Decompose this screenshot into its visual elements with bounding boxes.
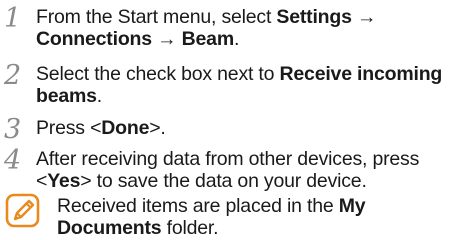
text-run: Received items are placed in the <box>57 195 339 217</box>
note-box: Received items are placed in the My Docu… <box>0 192 454 240</box>
text-run: folder. <box>161 217 219 239</box>
text-run: Press < <box>36 117 102 139</box>
text-run: . <box>233 28 240 50</box>
note-text: Received items are placed in the My Docu… <box>57 195 452 239</box>
step-number: 2 <box>4 60 22 91</box>
note-pencil-icon <box>4 192 42 230</box>
step-number: 1 <box>4 3 22 34</box>
text-run: . <box>96 85 103 107</box>
text-run: → <box>351 6 377 28</box>
step-text: After receiving data from other devices,… <box>36 148 452 192</box>
bold-term: Beam <box>181 28 235 50</box>
step-number: 4 <box>4 145 22 176</box>
text-run: Select the check box next to <box>36 63 280 85</box>
bold-term: Yes <box>47 170 81 192</box>
text-run: > to save the data on your device. <box>80 170 367 192</box>
text-run: From the Start menu, select <box>36 6 277 28</box>
step-text: Press <Done>. <box>36 117 452 139</box>
bold-term: Connections <box>36 28 152 50</box>
bold-term: Settings <box>276 6 352 28</box>
text-run: → <box>151 28 182 50</box>
step-number: 3 <box>4 114 22 145</box>
bold-term: Done <box>101 117 150 139</box>
step-text: From the Start menu, select Settings → C… <box>36 6 452 50</box>
step-text: Select the check box next to Receive inc… <box>36 63 452 107</box>
text-run: >. <box>149 117 166 139</box>
